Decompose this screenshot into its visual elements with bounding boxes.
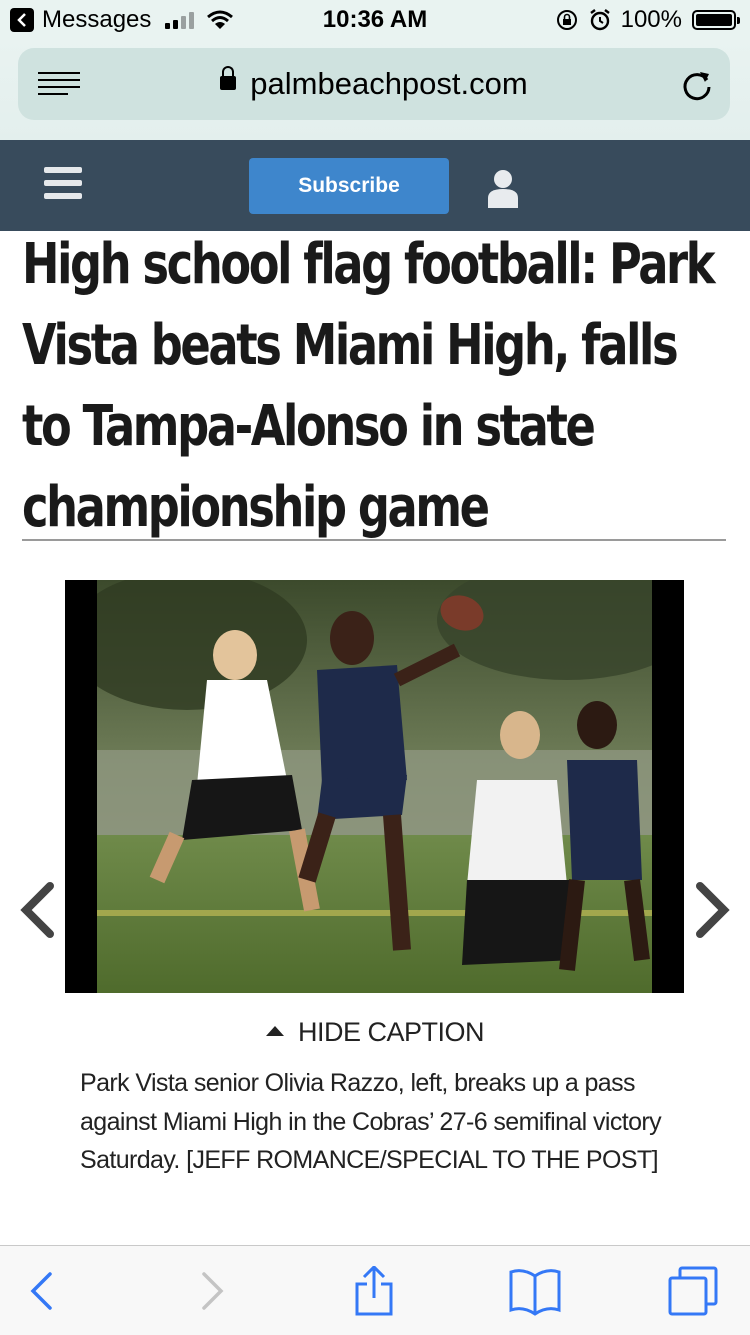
reload-icon[interactable]: [680, 68, 714, 102]
browser-toolbar: [0, 1245, 750, 1335]
flag-football-photo: [97, 580, 652, 993]
share-icon[interactable]: [349, 1266, 399, 1316]
hide-caption-label: HIDE CAPTION: [297, 1017, 485, 1047]
forward-icon[interactable]: [186, 1266, 236, 1316]
alarm-icon: [589, 9, 610, 31]
back-icon[interactable]: [18, 1266, 68, 1316]
status-bar: Messages 10:36 AM 100%: [0, 0, 750, 40]
gallery-photo[interactable]: [65, 580, 684, 993]
gallery-next-icon[interactable]: [692, 880, 732, 940]
address-bar[interactable]: palmbeachpost.com: [18, 48, 730, 120]
tabs-icon[interactable]: [666, 1266, 720, 1316]
bookmarks-icon[interactable]: [508, 1266, 562, 1316]
hide-caption-button[interactable]: HIDE CAPTION: [0, 1017, 750, 1048]
photo-caption: Park Vista senior Olivia Razzo, left, br…: [80, 1069, 662, 1174]
url-display[interactable]: palmbeachpost.com: [18, 65, 730, 102]
browser-address-area: palmbeachpost.com: [0, 40, 750, 140]
orientation-lock-icon: [556, 10, 577, 30]
caret-up-icon: [265, 1025, 284, 1036]
article-headline: High school flag football: Park Vista be…: [22, 232, 716, 540]
user-account-icon[interactable]: [486, 168, 520, 208]
url-text: palmbeachpost.com: [250, 66, 528, 101]
battery-percent: 100%: [620, 6, 682, 33]
site-header: Subscribe: [0, 140, 750, 231]
menu-icon[interactable]: [44, 167, 82, 203]
lock-icon: [220, 65, 237, 90]
battery-icon: [692, 10, 740, 30]
gallery-previous-icon[interactable]: [18, 880, 58, 940]
subscribe-button[interactable]: Subscribe: [249, 158, 449, 214]
headline-divider: [22, 539, 726, 541]
